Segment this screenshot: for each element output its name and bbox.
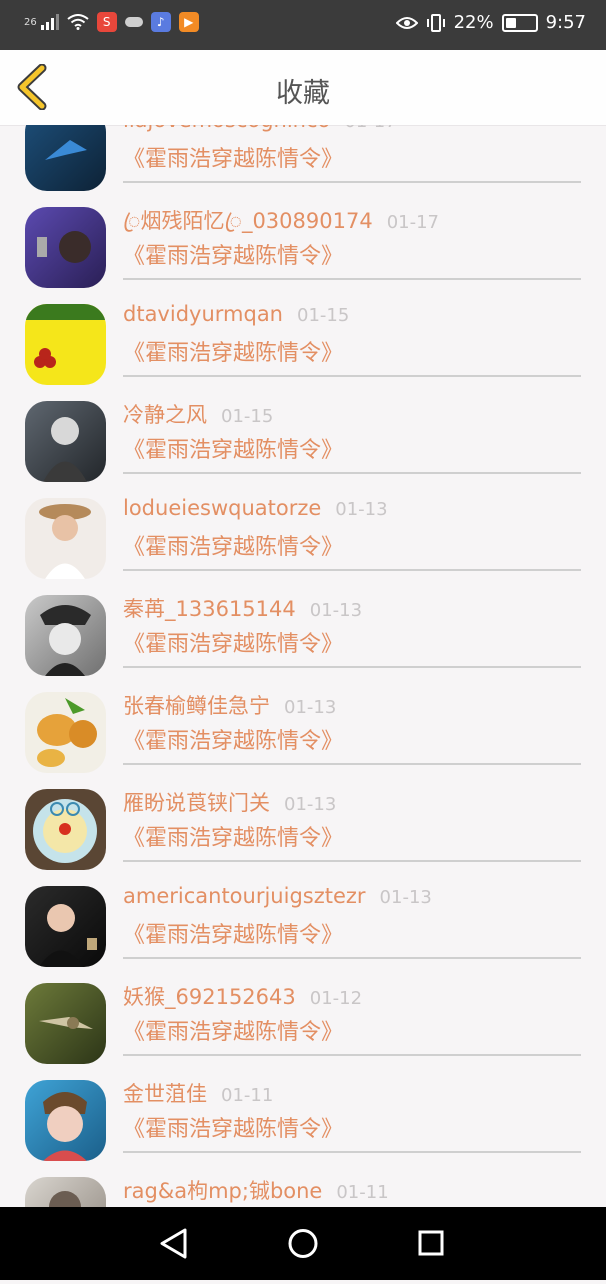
divider xyxy=(123,1151,581,1153)
date-label: 01-13 xyxy=(309,600,363,621)
date-label: 01-11 xyxy=(221,1085,274,1106)
app-header: 收藏 xyxy=(0,50,606,126)
nav-home-button[interactable] xyxy=(258,1207,348,1280)
clock-time: 9:57 xyxy=(545,12,586,33)
list-item[interactable]: 秦苒_133615144 01-13 《霍雨浩穿越陈情令》 xyxy=(0,582,606,679)
divider xyxy=(123,957,581,959)
avatar xyxy=(25,207,106,288)
avatar xyxy=(25,401,106,482)
divider xyxy=(123,472,581,474)
cloud-icon xyxy=(124,17,143,27)
story-title: 《霍雨浩穿越陈情令》 xyxy=(123,729,344,754)
vibrate-icon xyxy=(426,13,445,32)
story-title: 《霍雨浩穿越陈情令》 xyxy=(123,341,344,366)
signal-label: 26 xyxy=(24,16,37,28)
avatar xyxy=(25,1080,106,1161)
avatar xyxy=(25,692,106,773)
date-label: 01-13 xyxy=(284,794,337,815)
divider xyxy=(123,375,581,377)
list-item[interactable]: 冷静之风 01-15 《霍雨浩穿越陈情令》 xyxy=(0,388,606,485)
divider xyxy=(123,860,581,862)
username: 雁盼说莨铗门关 xyxy=(123,791,270,815)
date-label: 01-15 xyxy=(221,406,274,427)
username: americantourjuigsztezr xyxy=(123,884,366,908)
avatar xyxy=(25,886,106,967)
list-item[interactable]: 雁盼说莨铗门关 01-13 《霍雨浩穿越陈情令》 xyxy=(0,776,606,873)
eye-icon xyxy=(395,16,418,29)
battery-icon xyxy=(501,13,538,32)
list-item[interactable]: ꦿ烟残陌忆ꦿ_030890174 01-17 《霍雨浩穿越陈情令》 xyxy=(0,194,606,291)
nav-back-button[interactable] xyxy=(128,1207,218,1280)
date-label: 01-13 xyxy=(284,697,337,718)
weibo-app-icon: S xyxy=(96,12,117,32)
username: ꦿ烟残陌忆ꦿ_030890174 xyxy=(123,209,373,233)
status-bar: 26 S ♪ ▶ 22% 9:57 xyxy=(0,0,606,50)
avatar xyxy=(25,789,106,870)
list-item[interactable]: rag&a枸mp;铖bone 01-11 xyxy=(0,1164,606,1207)
list-item[interactable]: 金世菹佳 01-11 《霍雨浩穿越陈情令》 xyxy=(0,1067,606,1164)
username: 冷静之风 xyxy=(123,403,207,427)
wifi-icon xyxy=(67,14,89,30)
list-item[interactable]: 张春榆鳟佳急宁 01-13 《霍雨浩穿越陈情令》 xyxy=(0,679,606,776)
story-title: 《霍雨浩穿越陈情令》 xyxy=(123,535,344,560)
story-title: 《霍雨浩穿越陈情令》 xyxy=(123,632,344,657)
date-label: 01-12 xyxy=(309,988,363,1009)
username: dtavidyurmqan xyxy=(123,302,283,326)
date-label: 01-17 xyxy=(386,212,440,233)
username: 妖猴_692152643 xyxy=(123,985,296,1009)
story-title: 《霍雨浩穿越陈情令》 xyxy=(123,1020,344,1045)
page-title: 收藏 xyxy=(276,78,330,109)
divider xyxy=(123,278,581,280)
date-label: 01-13 xyxy=(379,887,432,908)
divider xyxy=(123,763,581,765)
username: 秦苒_133615144 xyxy=(123,597,296,621)
triangle-back-icon xyxy=(160,1228,187,1259)
divider xyxy=(123,1054,581,1056)
avatar xyxy=(25,983,106,1064)
date-label: 01-17 xyxy=(344,125,396,132)
list-item[interactable]: ilajovemoscoghinco 01-17 《霍雨浩穿越陈情令》 xyxy=(0,125,606,194)
avatar xyxy=(25,498,106,579)
date-label: 01-11 xyxy=(336,1182,389,1203)
list-item[interactable]: dtavidyurmqan 01-15 《霍雨浩穿越陈情令》 xyxy=(0,291,606,388)
cell-signal-icon xyxy=(40,14,59,30)
circle-home-icon xyxy=(288,1229,318,1258)
username: 张春榆鳟佳急宁 xyxy=(123,694,270,718)
story-title: 《霍雨浩穿越陈情令》 xyxy=(123,438,344,463)
date-label: 01-15 xyxy=(297,305,350,326)
story-title: 《霍雨浩穿越陈情令》 xyxy=(123,147,344,172)
list-item[interactable]: lodueieswquatorze 01-13 《霍雨浩穿越陈情令》 xyxy=(0,485,606,582)
username: lodueieswquatorze xyxy=(123,496,322,520)
divider xyxy=(123,181,581,183)
story-title: 《霍雨浩穿越陈情令》 xyxy=(123,826,344,851)
divider xyxy=(123,666,581,668)
list-item[interactable]: 妖猴_692152643 01-12 《霍雨浩穿越陈情令》 xyxy=(0,970,606,1067)
avatar xyxy=(25,125,106,191)
square-recents-icon xyxy=(418,1230,444,1256)
username: ilajovemoscoghinco xyxy=(123,125,330,132)
divider xyxy=(123,569,581,571)
favorites-list: ilajovemoscoghinco 01-17 《霍雨浩穿越陈情令》 ꦿ烟残陌忆… xyxy=(0,125,606,1207)
story-title: 《霍雨浩穿越陈情令》 xyxy=(123,923,344,948)
username: 金世菹佳 xyxy=(123,1082,207,1106)
video-app-icon: ▶ xyxy=(178,12,199,32)
avatar xyxy=(25,595,106,676)
nav-recents-button[interactable] xyxy=(386,1207,476,1280)
avatar xyxy=(25,1177,106,1207)
system-nav-bar xyxy=(0,1207,606,1280)
list-item[interactable]: americantourjuigsztezr 01-13 《霍雨浩穿越陈情令》 xyxy=(0,873,606,970)
music-app-icon: ♪ xyxy=(150,12,171,32)
avatar xyxy=(25,304,106,385)
story-title: 《霍雨浩穿越陈情令》 xyxy=(123,1117,344,1142)
battery-percent: 22% xyxy=(453,12,494,33)
story-title: 《霍雨浩穿越陈情令》 xyxy=(123,244,344,269)
date-label: 01-13 xyxy=(335,499,388,520)
username: rag&a枸mp;铖bone xyxy=(123,1179,323,1203)
